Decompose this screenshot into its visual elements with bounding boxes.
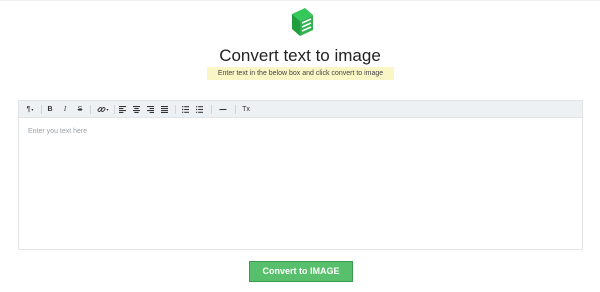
- align-center-icon: [132, 105, 140, 113]
- toolbar-separator: [211, 105, 212, 114]
- paragraph-icon: ¶: [26, 105, 31, 113]
- horizontal-rule-button[interactable]: [218, 101, 228, 117]
- text-editor: ¶ ▾ B I S ▾ Tx Enter you text here: [18, 100, 583, 250]
- horizontal-rule-icon: [219, 108, 227, 110]
- align-justify-button[interactable]: [159, 101, 169, 117]
- toolbar-separator: [114, 105, 115, 114]
- align-left-icon: [118, 105, 126, 113]
- page-title: Convert text to image: [219, 46, 381, 65]
- toolbar-separator: [90, 105, 91, 114]
- clear-format-icon: Tx: [242, 105, 250, 113]
- bold-button[interactable]: B: [45, 101, 55, 117]
- ordered-list-icon: [195, 105, 203, 113]
- italic-button[interactable]: I: [60, 101, 70, 117]
- chevron-down-icon: ▾: [106, 106, 109, 112]
- instruction-banner: Enter text in the below box and click co…: [207, 67, 394, 80]
- link-icon: [98, 106, 106, 112]
- bullet-list-icon: [181, 105, 189, 113]
- editor-toolbar: ¶ ▾ B I S ▾ Tx: [19, 101, 582, 118]
- green-document-logo-icon: [292, 8, 313, 36]
- toolbar-separator: [175, 105, 176, 114]
- chevron-down-icon: ▾: [31, 106, 34, 112]
- strikethrough-button[interactable]: S: [75, 101, 85, 117]
- page: Convert text to image Enter text in the …: [0, 0, 600, 292]
- toolbar-separator: [235, 105, 236, 114]
- editor-text-area[interactable]: Enter you text here: [19, 118, 582, 249]
- toolbar-separator: [41, 105, 42, 114]
- ordered-list-button[interactable]: [194, 101, 204, 117]
- link-button[interactable]: ▾: [95, 101, 111, 117]
- paragraph-format-button[interactable]: ¶ ▾: [23, 101, 37, 117]
- align-left-button[interactable]: [117, 101, 127, 117]
- bullet-list-button[interactable]: [180, 101, 190, 117]
- top-divider: [0, 0, 600, 1]
- align-right-icon: [146, 105, 154, 113]
- align-center-button[interactable]: [131, 101, 141, 117]
- editor-placeholder: Enter you text here: [28, 128, 88, 135]
- align-justify-icon: [160, 105, 168, 113]
- convert-to-image-button[interactable]: Convert to IMAGE: [249, 261, 353, 282]
- clear-formatting-button[interactable]: Tx: [240, 101, 252, 117]
- align-right-button[interactable]: [145, 101, 155, 117]
